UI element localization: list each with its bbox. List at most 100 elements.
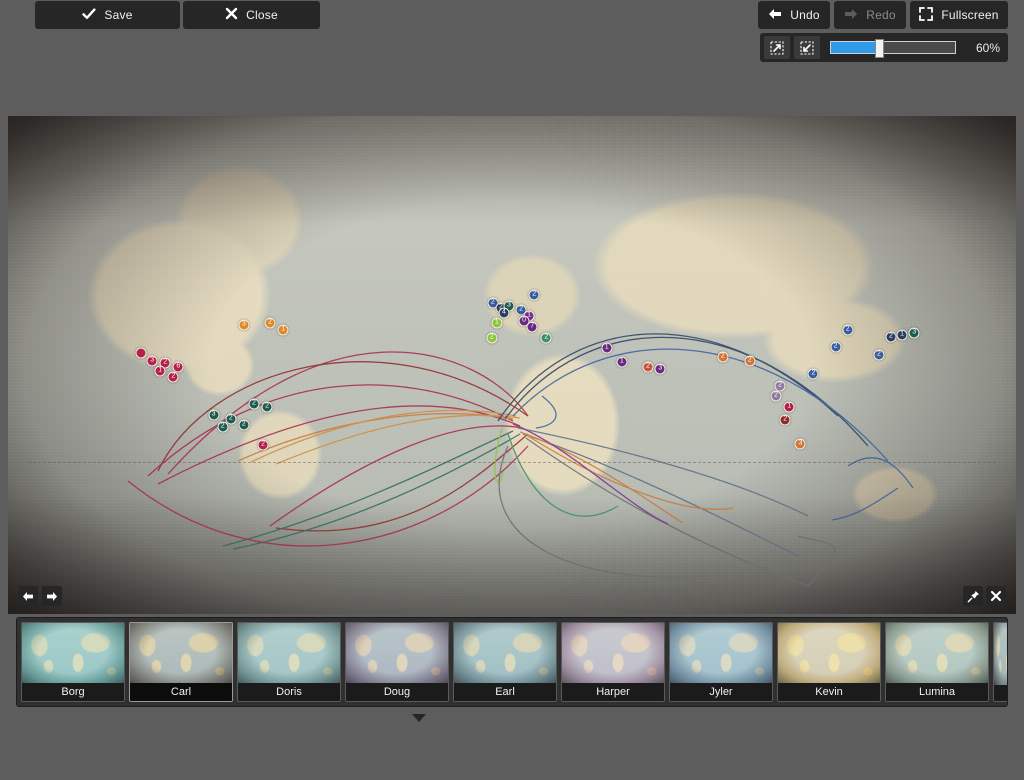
route-marker[interactable]: 2	[217, 421, 229, 433]
zoom-slider-handle[interactable]	[875, 39, 885, 58]
route-marker[interactable]: 1	[601, 342, 613, 354]
filter-thumbnail-harper[interactable]: Harper	[561, 622, 665, 702]
filter-thumbnail-image	[130, 623, 232, 685]
route-marker[interactable]: 1	[277, 324, 289, 336]
filter-thumbnail-image	[994, 623, 1007, 685]
filter-settings-panel: Vintage Carl Amount	[0, 714, 1024, 780]
route-marker[interactable]: 1	[154, 365, 166, 377]
route-marker[interactable]: 7	[526, 321, 538, 333]
fullscreen-icon	[919, 6, 934, 24]
route-marker[interactable]: 4	[498, 307, 510, 319]
route-marker[interactable]: 1	[616, 356, 628, 368]
canvas-tools	[963, 586, 1006, 606]
filter-thumbnail-image	[886, 623, 988, 685]
close-button[interactable]: Close	[183, 1, 320, 29]
filter-thumbnail-borg[interactable]: Borg	[21, 622, 125, 702]
zoom-level-label: 60%	[975, 40, 1000, 55]
route-marker[interactable]: 2	[257, 439, 269, 451]
route-marker[interactable]: 2	[885, 331, 897, 343]
route-marker[interactable]: 2	[873, 349, 885, 361]
filter-thumbnail-label: Jyler	[670, 683, 772, 701]
image-canvas[interactable]: 3261232222223212234210712221123222212322…	[8, 116, 1016, 614]
route-marker[interactable]: 1	[783, 401, 795, 413]
route-marker[interactable]: 2	[717, 351, 729, 363]
route-marker[interactable]: 3	[908, 327, 920, 339]
route-marker[interactable]: 3	[794, 438, 806, 450]
filter-tint-overlay	[454, 623, 556, 685]
filter-tint-overlay	[562, 623, 664, 685]
pin-icon[interactable]	[963, 586, 983, 606]
route-marker[interactable]: 3	[146, 355, 158, 367]
route-marker[interactable]: 2	[261, 401, 273, 413]
close-icon[interactable]	[986, 586, 1006, 606]
filter-thumbnail-doris[interactable]: Doris	[237, 622, 341, 702]
save-button[interactable]: Save	[35, 1, 180, 29]
route-marker[interactable]: 3	[208, 409, 220, 421]
arrow-right-icon[interactable]	[42, 586, 62, 606]
route-marker[interactable]: 2	[774, 380, 786, 392]
filter-thumbnail-label: Borg	[22, 683, 124, 701]
route-marker[interactable]: 2	[264, 317, 276, 329]
redo-button-label: Redo	[866, 8, 896, 22]
undo-button-label: Undo	[790, 8, 820, 22]
arrow-right-icon	[844, 8, 858, 23]
route-marker[interactable]: 1	[491, 317, 503, 329]
filter-tint-overlay	[130, 623, 232, 685]
filter-thumbnail-kevin[interactable]: Kevin	[777, 622, 881, 702]
route-marker[interactable]: 2	[248, 398, 260, 410]
filter-thumbnail-image	[346, 623, 448, 685]
route-marker[interactable]: 2	[642, 361, 654, 373]
route-marker[interactable]: 3	[238, 319, 250, 331]
zoom-out-icon[interactable]	[794, 36, 820, 59]
route-marker[interactable]: 2	[830, 341, 842, 353]
filter-thumbnail-image	[562, 623, 664, 685]
top-toolbar: Save Close Undo Redo Fullscreen 60%	[0, 0, 1024, 116]
filter-thumbnail-lumina[interactable]: Lumina	[885, 622, 989, 702]
filter-thumbnail-strip[interactable]: Borg Carl Doris Doug Earl Harper Jyler Kevin Lum…	[16, 617, 1008, 707]
arrow-left-icon[interactable]	[18, 586, 38, 606]
filter-thumbnail-partial[interactable]	[993, 622, 1007, 702]
filter-tint-overlay	[886, 623, 988, 685]
route-marker[interactable]: 2	[540, 332, 552, 344]
filter-thumbnail-image	[22, 623, 124, 685]
route-marker[interactable]	[135, 347, 147, 359]
route-marker[interactable]: 2	[779, 414, 791, 426]
filter-thumbnail-jyler[interactable]: Jyler	[669, 622, 773, 702]
history-toolbar: Undo Redo Fullscreen	[758, 1, 1008, 29]
arrow-left-icon	[768, 8, 782, 23]
check-icon	[82, 7, 97, 24]
route-marker[interactable]: 2	[770, 390, 782, 402]
route-marker[interactable]: 1	[896, 329, 908, 341]
filter-thumbnail-label: Earl	[454, 683, 556, 701]
filter-thumbnail-earl[interactable]: Earl	[453, 622, 557, 702]
route-marker[interactable]: 2	[486, 332, 498, 344]
undo-button[interactable]: Undo	[758, 1, 830, 29]
filter-thumbnail-label: Lumina	[886, 683, 988, 701]
fullscreen-button-label: Fullscreen	[941, 8, 999, 22]
route-marker[interactable]: 2	[238, 419, 250, 431]
zoom-slider[interactable]	[830, 39, 956, 58]
close-button-label: Close	[246, 8, 278, 22]
route-marker[interactable]: 2	[807, 368, 819, 380]
filter-tint-overlay	[346, 623, 448, 685]
route-marker[interactable]: 3	[654, 363, 666, 375]
route-marker[interactable]: 2	[528, 289, 540, 301]
filter-thumbnail-image	[778, 623, 880, 685]
route-marker[interactable]: 2	[167, 371, 179, 383]
fullscreen-button[interactable]: Fullscreen	[910, 1, 1008, 29]
filter-tint-overlay	[22, 623, 124, 685]
filter-thumbnail-label: Doris	[238, 683, 340, 701]
canvas-navigation	[18, 586, 62, 606]
filter-thumbnail-label: Doug	[346, 683, 448, 701]
filter-tint-overlay	[238, 623, 340, 685]
zoom-in-icon[interactable]	[764, 36, 790, 59]
route-marker[interactable]: 2	[744, 355, 756, 367]
filter-thumbnail-doug[interactable]: Doug	[345, 622, 449, 702]
close-icon	[225, 7, 238, 23]
filter-thumbnail-image	[670, 623, 772, 685]
filter-thumbnail-label: Harper	[562, 683, 664, 701]
filter-thumbnail-carl[interactable]: Carl	[129, 622, 233, 702]
route-marker[interactable]: 2	[842, 324, 854, 336]
redo-button[interactable]: Redo	[834, 1, 906, 29]
zoom-toolbar: 60%	[760, 33, 1008, 62]
